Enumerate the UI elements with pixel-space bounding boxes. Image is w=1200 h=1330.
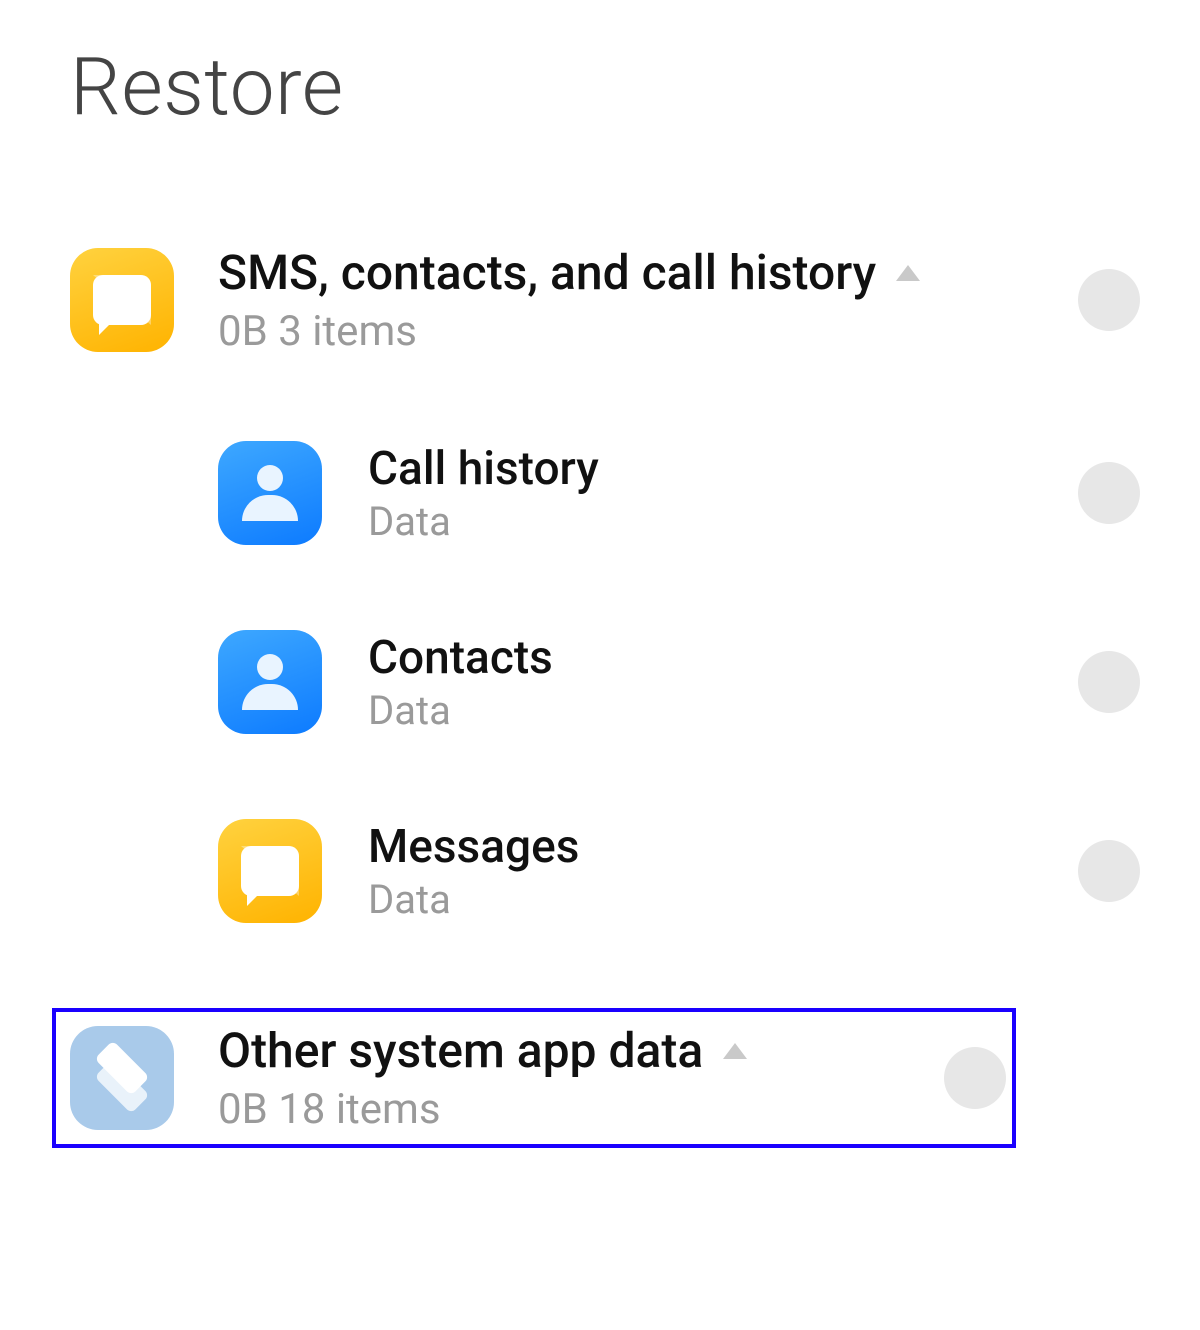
chevron-up-icon xyxy=(723,1043,747,1059)
messages-icon xyxy=(218,819,322,923)
group-text: Other system app data 0B 18 items xyxy=(218,1022,914,1134)
item-checkbox[interactable] xyxy=(1078,840,1140,902)
group-checkbox[interactable] xyxy=(944,1047,1006,1109)
item-checkbox[interactable] xyxy=(1078,651,1140,713)
group-text: SMS, contacts, and call history 0B 3 ite… xyxy=(218,244,1048,356)
item-text: Contacts Data xyxy=(368,631,1048,734)
item-title: Messages xyxy=(368,820,1048,874)
group-title: Other system app data xyxy=(218,1022,703,1079)
restore-item-contacts[interactable]: Contacts Data xyxy=(70,630,1140,734)
item-checkbox[interactable] xyxy=(1078,462,1140,524)
item-subtitle: Data xyxy=(368,876,1048,923)
item-subtitle: Data xyxy=(368,498,1048,545)
page-title: Restore xyxy=(70,40,1140,134)
restore-item-messages[interactable]: Messages Data xyxy=(70,819,1140,923)
person-icon xyxy=(218,441,322,545)
group-subtitle: 0B 18 items xyxy=(218,1085,914,1134)
layers-icon xyxy=(70,1026,174,1130)
person-icon xyxy=(218,630,322,734)
item-title: Contacts xyxy=(368,631,1048,685)
restore-group-sms-contacts-calls[interactable]: SMS, contacts, and call history 0B 3 ite… xyxy=(70,244,1140,356)
item-text: Call history Data xyxy=(368,442,1048,545)
item-subtitle: Data xyxy=(368,687,1048,734)
group-subtitle: 0B 3 items xyxy=(218,307,1048,356)
chevron-up-icon xyxy=(896,265,920,281)
item-title: Call history xyxy=(368,442,1048,496)
restore-group-other-system-app-data[interactable]: Other system app data 0B 18 items xyxy=(52,1008,1016,1148)
restore-item-call-history[interactable]: Call history Data xyxy=(70,441,1140,545)
group-checkbox[interactable] xyxy=(1078,269,1140,331)
item-text: Messages Data xyxy=(368,820,1048,923)
group-title: SMS, contacts, and call history xyxy=(218,244,876,301)
messages-icon xyxy=(70,248,174,352)
